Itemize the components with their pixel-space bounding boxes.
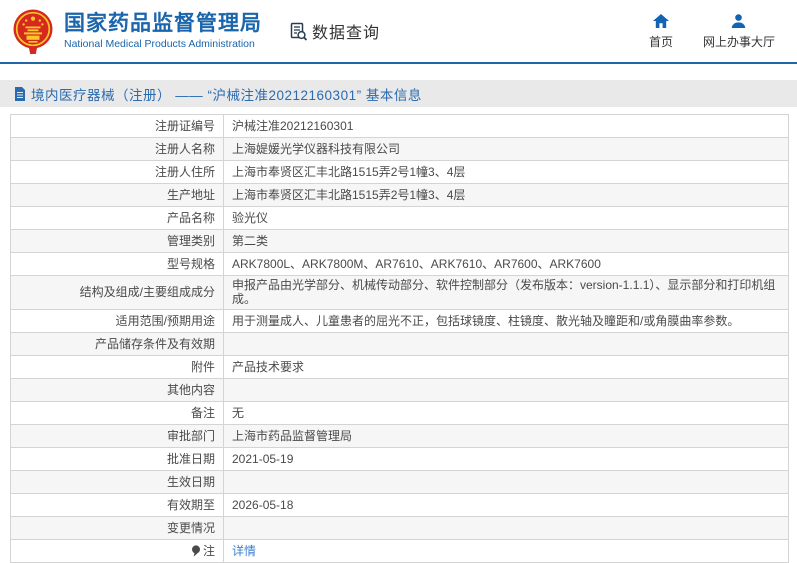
site-brand: 国家药品监督管理局 National Medical Products Admi…	[12, 7, 262, 55]
table-row: 注册人住所 上海市奉贤区汇丰北路1515弄2号1幢3、4层	[10, 160, 789, 184]
table-row: 注册人名称 上海媞媛光学仪器科技有限公司	[10, 137, 789, 161]
table-row: 变更情况	[10, 515, 789, 540]
row-value: 沪械注准20212160301	[223, 114, 789, 138]
table-row: 管理类别 第二类	[10, 229, 789, 253]
row-value	[223, 469, 789, 494]
row-label: 产品储存条件及有效期	[10, 331, 224, 356]
table-row: 生产地址 上海市奉贤区汇丰北路1515弄2号1幢3、4层	[10, 183, 789, 207]
nav-home[interactable]: 首页	[649, 13, 673, 50]
table-row: 其他内容	[10, 377, 789, 402]
row-label: 其他内容	[10, 377, 224, 402]
row-value: 申报产品由光学部分、机械传动部分、软件控制部分（发布版本：version-1.1…	[223, 275, 789, 310]
row-value	[223, 515, 789, 540]
table-row: 注册证编号 沪械注准20212160301	[10, 114, 789, 138]
nav-service-hall[interactable]: 网上办事大厅	[703, 13, 775, 50]
row-label: 批准日期	[10, 446, 224, 471]
row-label: 审批部门	[10, 423, 224, 448]
table-row: 附件 产品技术要求	[10, 354, 789, 379]
table-row: 产品名称 验光仪	[10, 206, 789, 230]
row-value	[223, 331, 789, 356]
header-nav: 首页 网上办事大厅	[649, 13, 775, 50]
row-value: 详情	[223, 538, 789, 563]
info-table: 注册证编号 沪械注准20212160301 注册人名称 上海媞媛光学仪器科技有限公司注…	[0, 107, 797, 563]
page-header: 国家药品监督管理局 National Medical Products Admi…	[0, 0, 797, 64]
table-row: 型号规格 ARK7800L、ARK7800M、AR7610、ARK7610、AR7…	[10, 252, 789, 276]
row-label: 注册人住所	[10, 160, 224, 184]
row-value: 2021-05-19	[223, 446, 789, 471]
spacer	[0, 64, 797, 80]
national-emblem-icon	[13, 9, 53, 54]
info-table-body: 注册证编号 沪械注准20212160301 注册人名称 上海媞媛光学仪器科技有限公司注…	[10, 114, 789, 563]
row-value: 验光仪	[223, 206, 789, 230]
row-value: 上海市药品监督管理局	[223, 423, 789, 448]
org-name-cn: 国家药品监督管理局	[64, 11, 262, 35]
row-label: 变更情况	[10, 515, 224, 540]
row-label: 产品名称	[10, 206, 224, 230]
nav-service-hall-label: 网上办事大厅	[702, 34, 775, 49]
row-label: 生产地址	[10, 183, 224, 207]
row-label: 注册人名称	[10, 137, 224, 161]
detail-link[interactable]: 详情	[232, 544, 256, 558]
table-row: 产品储存条件及有效期	[10, 331, 789, 356]
row-label: 管理类别	[10, 229, 224, 253]
data-query-icon	[290, 22, 308, 41]
row-value	[223, 377, 789, 402]
table-row: 备注无	[10, 400, 789, 425]
table-row: 审批部门 上海市药品监督管理局	[10, 423, 789, 448]
breadcrumb-text: 境内医疗器械（注册） —— “沪械注准20212160301” 基本信息	[31, 87, 422, 103]
note-icon	[191, 544, 200, 557]
nav-home-label: 首页	[648, 34, 673, 49]
row-label: 适用范围/预期用途	[10, 308, 224, 333]
row-label: 注	[10, 538, 224, 563]
row-label: 备注	[10, 400, 224, 425]
data-query-tab[interactable]: 数据查询	[288, 19, 380, 43]
data-query-label: 数据查询	[312, 25, 381, 42]
row-label: 结构及组成/主要组成成分	[10, 275, 224, 310]
row-value: 上海市奉贤区汇丰北路1515弄2号1幢3、4层	[223, 160, 789, 184]
row-value: 用于测量成人、儿童患者的屈光不正，包括球镜度、柱镜度、散光轴及瞳距和/或角膜曲率…	[223, 308, 789, 333]
row-value: 第二类	[223, 229, 789, 253]
org-name-en: National Medical Products Administration	[64, 38, 255, 51]
table-row: 生效日期	[10, 469, 789, 494]
row-value: 2026-05-18	[223, 492, 789, 517]
row-value: 产品技术要求	[223, 354, 789, 379]
row-label: 有效期至	[10, 492, 224, 517]
table-row: 注详情	[10, 538, 789, 563]
brand-text: 国家药品监督管理局 National Medical Products Admi…	[64, 12, 262, 50]
row-value: 上海市奉贤区汇丰北路1515弄2号1幢3、4层	[223, 183, 789, 207]
row-label: 附件	[10, 354, 224, 379]
table-row: 批准日期 2021-05-19	[10, 446, 789, 471]
row-value: 上海媞媛光学仪器科技有限公司	[223, 137, 789, 161]
breadcrumb: 境内医疗器械（注册） —— “沪械注准20212160301” 基本信息	[0, 80, 797, 107]
user-icon	[731, 13, 746, 28]
table-row: 适用范围/预期用途 用于测量成人、儿童患者的屈光不正，包括球镜度、柱镜度、散光轴及…	[10, 308, 789, 333]
row-label: 型号规格	[10, 252, 224, 276]
row-value: ARK7800L、ARK7800M、AR7610、ARK7610、AR7600、…	[223, 252, 789, 276]
row-label: 注册证编号	[10, 114, 224, 138]
row-label: 生效日期	[10, 469, 224, 494]
document-icon	[15, 86, 25, 101]
table-row: 结构及组成/主要组成成分 申报产品由光学部分、机械传动部分、软件控制部分（发布版本…	[10, 275, 789, 310]
table-row: 有效期至 2026-05-18	[10, 492, 789, 517]
row-value: 无	[223, 400, 789, 425]
home-icon	[652, 13, 669, 28]
